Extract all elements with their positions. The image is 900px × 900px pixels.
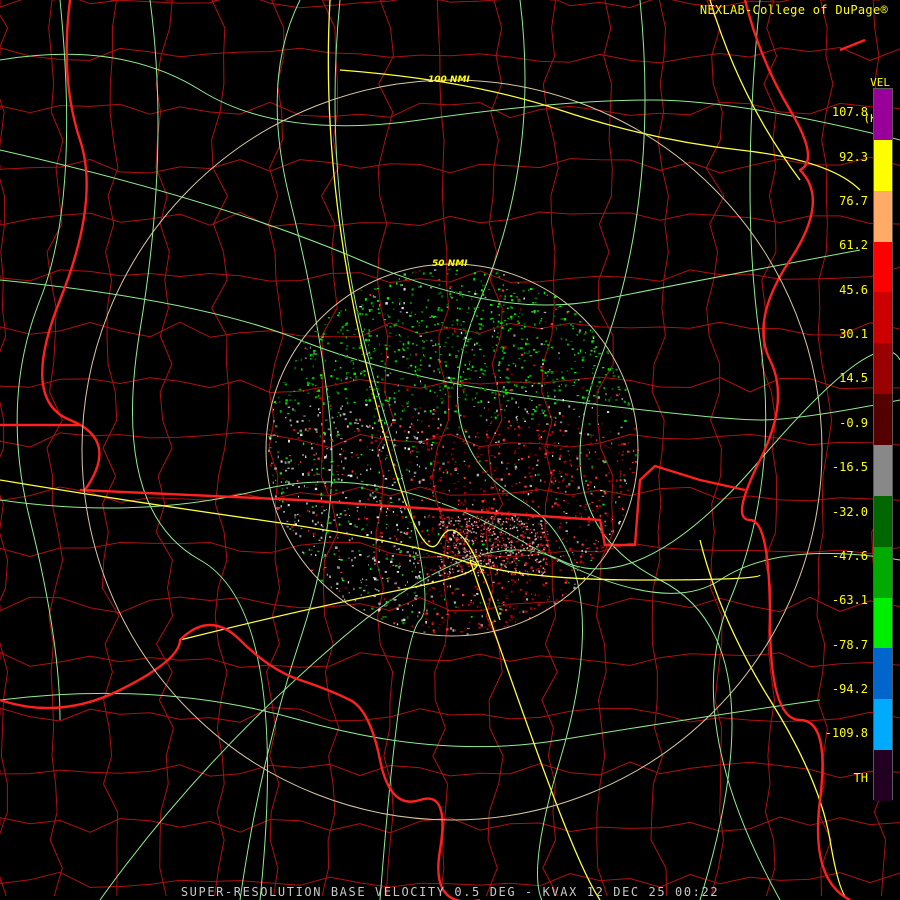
radar-map: 100 NMI 50 NMI xyxy=(0,0,900,900)
color-scale-segment xyxy=(874,445,892,497)
color-scale-tick-label: -94.2 xyxy=(831,682,868,696)
color-scale-tick-label: 30.1 xyxy=(839,327,868,341)
color-scale-segment xyxy=(874,292,892,344)
color-scale-tick-label: 45.6 xyxy=(839,283,868,297)
color-scale-segment xyxy=(874,597,892,649)
color-scale-segment xyxy=(874,495,892,548)
color-scale-tick-label: 92.3 xyxy=(839,150,868,164)
color-scale-segment xyxy=(874,343,892,395)
color-scale-tick-label: -63.1 xyxy=(831,593,868,607)
color-scale-tick-label: -32.0 xyxy=(831,505,868,519)
credit-label: NEXLAB-College of DuPage® xyxy=(699,3,888,17)
range-ring-label-100: 100 NMI xyxy=(428,75,470,85)
range-ring-label-50: 50 NMI xyxy=(432,259,468,269)
color-scale-tick-label: 61.2 xyxy=(839,238,868,252)
color-scale-segment xyxy=(874,190,892,243)
color-scale-tick-label: -109.8 xyxy=(824,726,868,740)
color-scale-tick-label: -16.5 xyxy=(831,460,868,474)
color-scale-tick-label: 107.8 xyxy=(831,105,868,119)
color-scale-tick-label: -47.6 xyxy=(831,549,868,563)
color-scale-tick-label: 14.5 xyxy=(839,371,868,385)
velocity-color-scale xyxy=(873,88,893,802)
color-scale-tick-label: TH xyxy=(853,771,868,785)
color-scale-tick-label: -78.7 xyxy=(831,638,868,652)
color-scale-segment xyxy=(874,394,892,446)
color-scale-segment xyxy=(874,139,892,192)
product-caption: SUPER-RESOLUTION BASE VELOCITY 0.5 DEG -… xyxy=(180,885,720,899)
color-scale-segment xyxy=(874,546,892,599)
color-scale-segment xyxy=(874,750,892,802)
color-scale-segment xyxy=(874,648,892,700)
color-scale-tick-label: -0.9 xyxy=(839,416,868,430)
color-scale-segment xyxy=(874,699,892,751)
color-scale-tick-label: 76.7 xyxy=(839,194,868,208)
color-scale-segment xyxy=(874,89,892,141)
color-scale-segment xyxy=(874,241,892,293)
